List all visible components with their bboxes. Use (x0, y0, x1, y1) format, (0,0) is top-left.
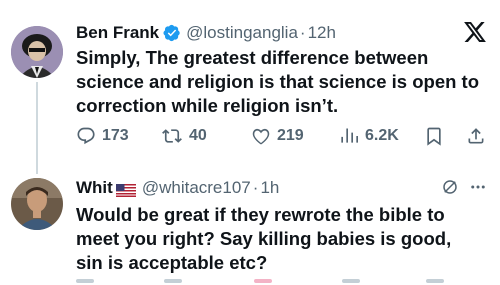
timestamp[interactable]: 1h (260, 178, 279, 198)
author-handle[interactable]: @lostinganglia (186, 23, 298, 43)
tweet-text: Simply, The greatest difference between … (76, 46, 491, 118)
reply-tweet[interactable]: Whit @whitacre107 · 1h Would be great if… (0, 170, 500, 285)
separator-dot: · (299, 23, 306, 42)
grok-icon[interactable] (441, 178, 459, 201)
reply-icon (77, 127, 95, 145)
author-name[interactable]: Ben Frank (76, 23, 159, 43)
us-flag-icon (115, 182, 136, 197)
x-logo-icon (464, 22, 486, 47)
repost-icon (162, 129, 182, 143)
like-icon (252, 128, 270, 145)
tweet-text-line: science and religion is that science is … (76, 71, 480, 92)
more-icon[interactable] (468, 178, 488, 201)
bookmark-button[interactable] (424, 126, 444, 146)
tweet-header: Ben Frank @lostinganglia · 12h (76, 22, 336, 44)
reply-header: Whit @whitacre107 · 1h (76, 177, 279, 199)
author-name[interactable]: Whit (76, 178, 113, 198)
bookmark-icon (427, 127, 441, 146)
tweet-text-line: Simply, The greatest difference between (76, 47, 429, 68)
tweet-text-line: correction while religion isn’t. (76, 95, 339, 116)
share-icon (468, 128, 484, 144)
views-button[interactable]: 6.2K (339, 126, 399, 146)
share-button[interactable] (466, 126, 486, 146)
reply-text-line: meet you right? Say killing babies is go… (76, 228, 452, 249)
action-bar: 173 40 219 6.2K (76, 126, 496, 152)
thread-line (36, 82, 38, 174)
reply-count: 173 (102, 127, 129, 144)
avatar-ben-frank[interactable] (11, 26, 63, 78)
like-count: 219 (277, 127, 304, 144)
avatar-whit[interactable] (11, 178, 63, 230)
views-icon (341, 128, 358, 143)
main-tweet[interactable]: Ben Frank @lostinganglia · 12h Simply, T… (0, 0, 500, 174)
separator-dot: · (252, 178, 259, 197)
repost-button[interactable]: 40 (161, 126, 207, 146)
reply-text: Would be great if they rewrote the bible… (76, 203, 491, 275)
reply-action-bar-partial (76, 279, 496, 285)
verified-badge-icon (163, 24, 181, 42)
views-count: 6.2K (365, 127, 399, 144)
reply-text-line: sin is acceptable etc? (76, 252, 268, 273)
like-button[interactable]: 219 (251, 126, 304, 146)
reply-button[interactable]: 173 (76, 126, 129, 146)
reply-text-line: Would be great if they rewrote the bible… (76, 204, 445, 225)
repost-count: 40 (189, 127, 207, 144)
author-handle[interactable]: @whitacre107 (142, 178, 251, 198)
timestamp[interactable]: 12h (308, 23, 336, 43)
